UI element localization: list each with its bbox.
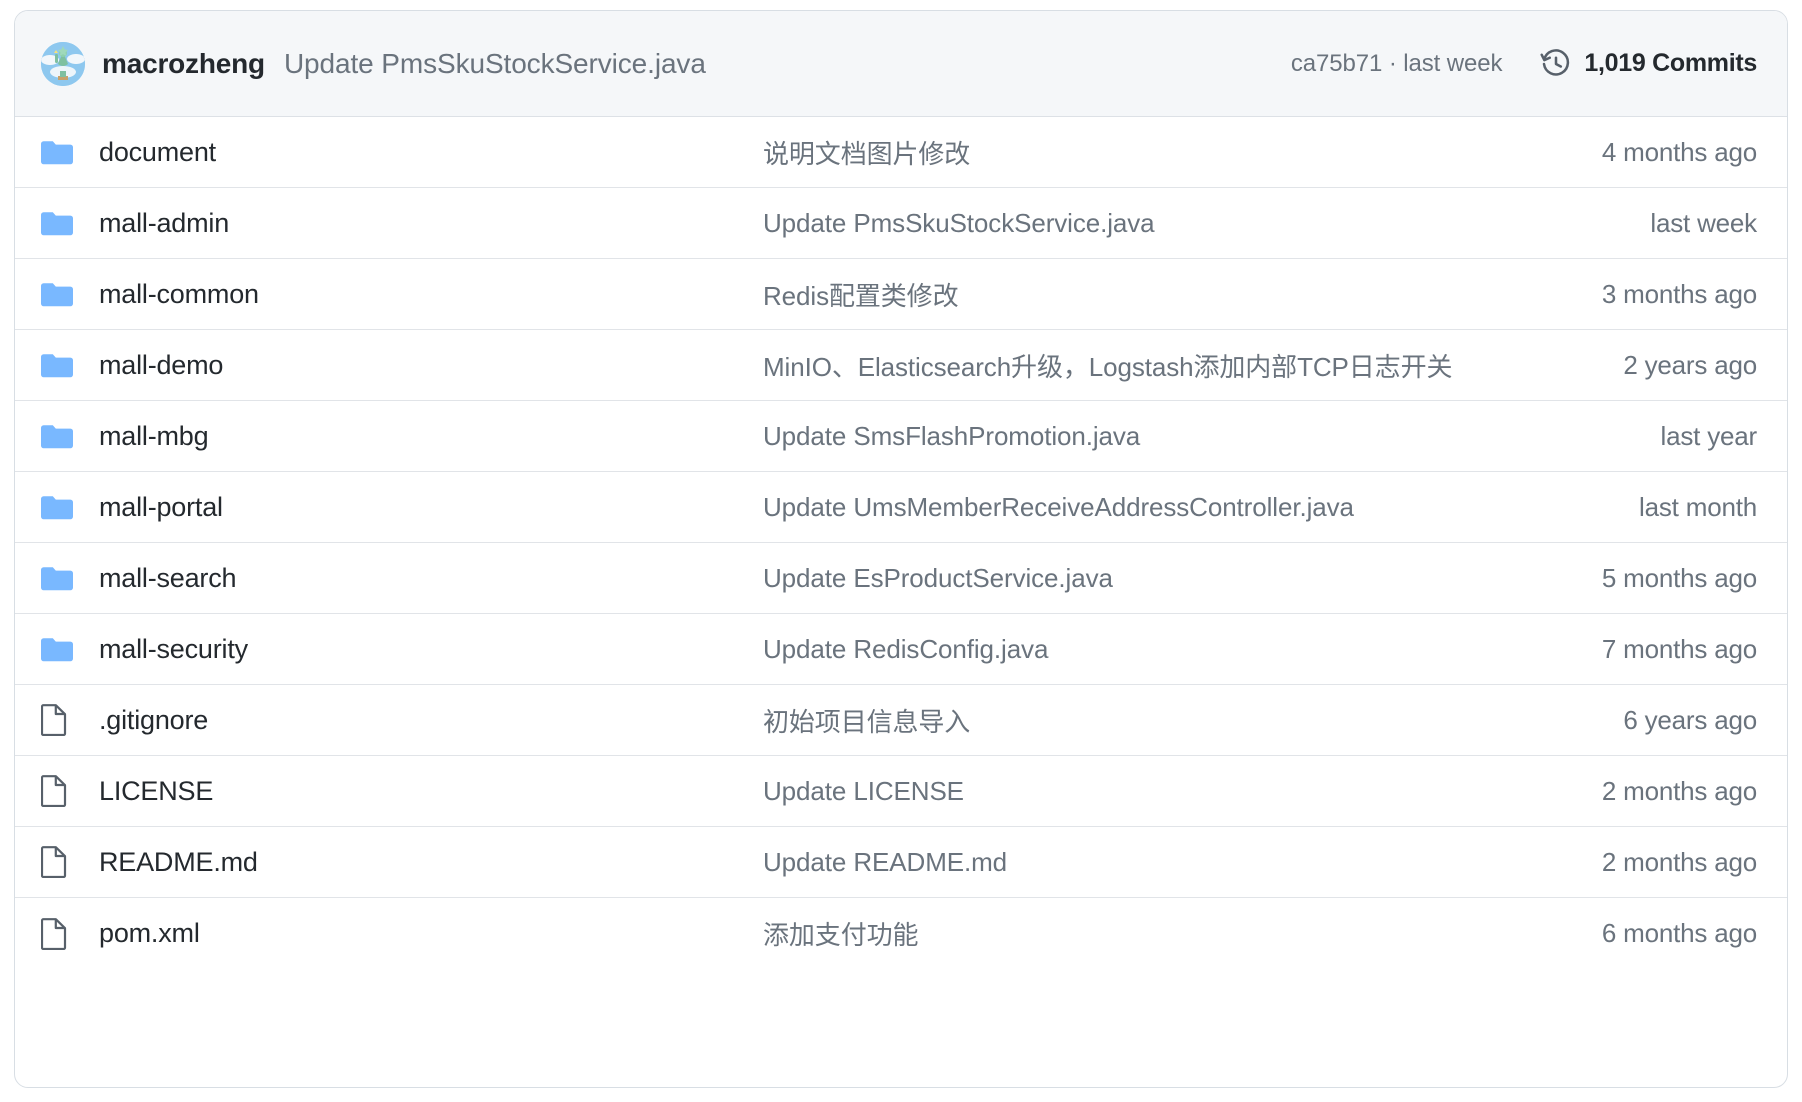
history-clock-icon bbox=[1540, 48, 1570, 76]
file-name[interactable]: LICENSE bbox=[77, 776, 763, 807]
file-icon bbox=[41, 846, 77, 878]
folder-icon bbox=[41, 494, 77, 520]
commit-message[interactable]: Update README.md bbox=[763, 847, 1527, 878]
folder-icon bbox=[41, 423, 77, 449]
commit-message[interactable]: Update RedisConfig.java bbox=[763, 634, 1527, 665]
commit-sha-and-time[interactable]: ca75b71 · last week bbox=[1291, 50, 1503, 78]
folder-icon bbox=[41, 139, 77, 165]
table-row[interactable]: mall-search Update EsProductService.java… bbox=[15, 543, 1787, 614]
commit-time: 6 months ago bbox=[1601, 918, 1757, 948]
table-row[interactable]: LICENSE Update LICENSE 2 months ago bbox=[15, 756, 1787, 827]
commit-time: 6 years ago bbox=[1623, 704, 1757, 735]
file-name[interactable]: pom.xml bbox=[77, 918, 763, 949]
commit-time: 3 months ago bbox=[1601, 278, 1757, 309]
repository-file-browser: macrozheng Update PmsSkuStockService.jav… bbox=[14, 10, 1788, 1088]
commit-message[interactable]: Update UmsMemberReceiveAddressController… bbox=[763, 492, 1527, 523]
table-row[interactable]: README.md Update README.md 2 months ago bbox=[15, 827, 1787, 898]
commit-message[interactable]: 说明文档图片修改 bbox=[763, 134, 1527, 171]
folder-icon bbox=[41, 565, 77, 591]
file-name[interactable]: mall-common bbox=[77, 279, 763, 310]
file-name[interactable]: README.md bbox=[77, 847, 763, 878]
folder-icon bbox=[41, 636, 77, 662]
commits-count-button[interactable]: 1,019 Commits bbox=[1540, 48, 1757, 80]
avatar[interactable] bbox=[41, 41, 85, 86]
latest-commit-header: macrozheng Update PmsSkuStockService.jav… bbox=[15, 11, 1787, 117]
file-name[interactable]: mall-security bbox=[77, 634, 763, 665]
commit-time: 4 months ago bbox=[1601, 136, 1757, 167]
header-right-group: ca75b71 · last week 1,019 Commits bbox=[1291, 48, 1757, 80]
table-row[interactable]: mall-portal Update UmsMemberReceiveAddre… bbox=[15, 472, 1787, 543]
commit-message[interactable]: Update PmsSkuStockService.java bbox=[763, 208, 1527, 239]
table-row[interactable]: mall-admin Update PmsSkuStockService.jav… bbox=[15, 188, 1787, 259]
commit-time: 2 months ago bbox=[1601, 775, 1757, 806]
commit-time: 2 months ago bbox=[1601, 846, 1757, 877]
file-icon bbox=[41, 775, 77, 807]
file-name[interactable]: .gitignore bbox=[77, 705, 763, 736]
commit-author[interactable]: macrozheng bbox=[102, 48, 265, 80]
file-name[interactable]: mall-search bbox=[77, 563, 763, 594]
file-icon bbox=[41, 704, 77, 736]
commit-time: 7 months ago bbox=[1601, 633, 1757, 664]
table-row[interactable]: mall-demo MinIO、Elasticsearch升级，Logstash… bbox=[15, 330, 1787, 401]
table-row[interactable]: mall-common Redis配置类修改 3 months ago bbox=[15, 259, 1787, 330]
commit-time: 5 months ago bbox=[1601, 562, 1757, 593]
file-name[interactable]: mall-demo bbox=[77, 350, 763, 381]
table-row[interactable]: pom.xml 添加支付功能 6 months ago bbox=[15, 898, 1787, 969]
table-row[interactable]: mall-security Update RedisConfig.java 7 … bbox=[15, 614, 1787, 685]
file-name[interactable]: document bbox=[77, 137, 763, 168]
table-row[interactable]: document 说明文档图片修改 4 months ago bbox=[15, 117, 1787, 188]
commit-message[interactable]: Update LICENSE bbox=[763, 776, 1527, 807]
file-name[interactable]: mall-portal bbox=[77, 492, 763, 523]
commit-message[interactable]: MinIO、Elasticsearch升级，Logstash添加内部TCP日志开… bbox=[763, 347, 1527, 384]
file-icon bbox=[41, 917, 77, 950]
commit-time: last month bbox=[1639, 491, 1757, 522]
commit-message[interactable]: 初始项目信息导入 bbox=[763, 702, 1527, 739]
folder-icon bbox=[41, 210, 77, 236]
table-row[interactable]: .gitignore 初始项目信息导入 6 years ago bbox=[15, 685, 1787, 756]
commit-time: last year bbox=[1660, 420, 1758, 451]
commit-message[interactable]: Redis配置类修改 bbox=[763, 276, 1527, 313]
commit-message[interactable]: Update SmsFlashPromotion.java bbox=[763, 421, 1527, 452]
folder-icon bbox=[41, 281, 77, 307]
commit-time: 2 years ago bbox=[1623, 349, 1757, 380]
table-row[interactable]: mall-mbg Update SmsFlashPromotion.java l… bbox=[15, 401, 1787, 472]
commit-time: last week bbox=[1650, 207, 1757, 238]
latest-commit-message[interactable]: Update PmsSkuStockService.java bbox=[284, 48, 706, 80]
file-name[interactable]: mall-mbg bbox=[77, 421, 763, 452]
file-name[interactable]: mall-admin bbox=[77, 208, 763, 239]
commit-message[interactable]: Update EsProductService.java bbox=[763, 563, 1527, 594]
folder-icon bbox=[41, 352, 77, 378]
file-list: document 说明文档图片修改 4 months ago mall-admi… bbox=[15, 117, 1787, 969]
commits-count-label: 1,019 Commits bbox=[1584, 49, 1757, 77]
commit-message[interactable]: 添加支付功能 bbox=[763, 915, 1527, 952]
